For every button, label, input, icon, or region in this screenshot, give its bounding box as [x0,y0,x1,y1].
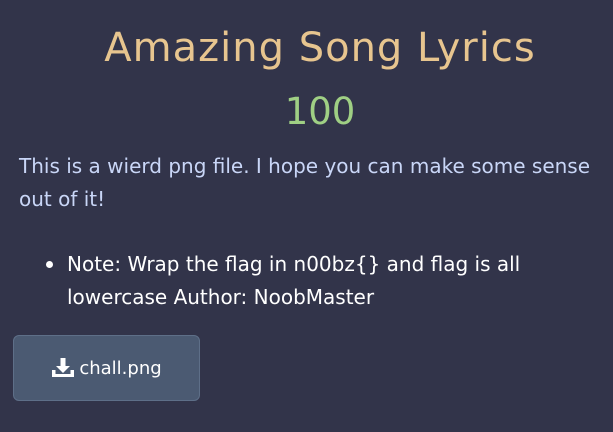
download-file-button[interactable]: chall.png [13,335,200,401]
challenge-points: 100 [284,90,356,133]
download-file-label: chall.png [79,357,162,379]
note-text: Note: Wrap the flag in n00bz{} and flag … [67,252,521,309]
download-icon [51,357,75,379]
notes-list: Note: Wrap the flag in n00bz{} and flag … [46,248,586,314]
challenge-title: Amazing Song Lyrics [104,25,536,71]
note-item: Note: Wrap the flag in n00bz{} and flag … [46,248,586,314]
challenge-description: This is a wierd png file. I hope you can… [19,154,591,211]
bullet-icon [46,261,53,268]
